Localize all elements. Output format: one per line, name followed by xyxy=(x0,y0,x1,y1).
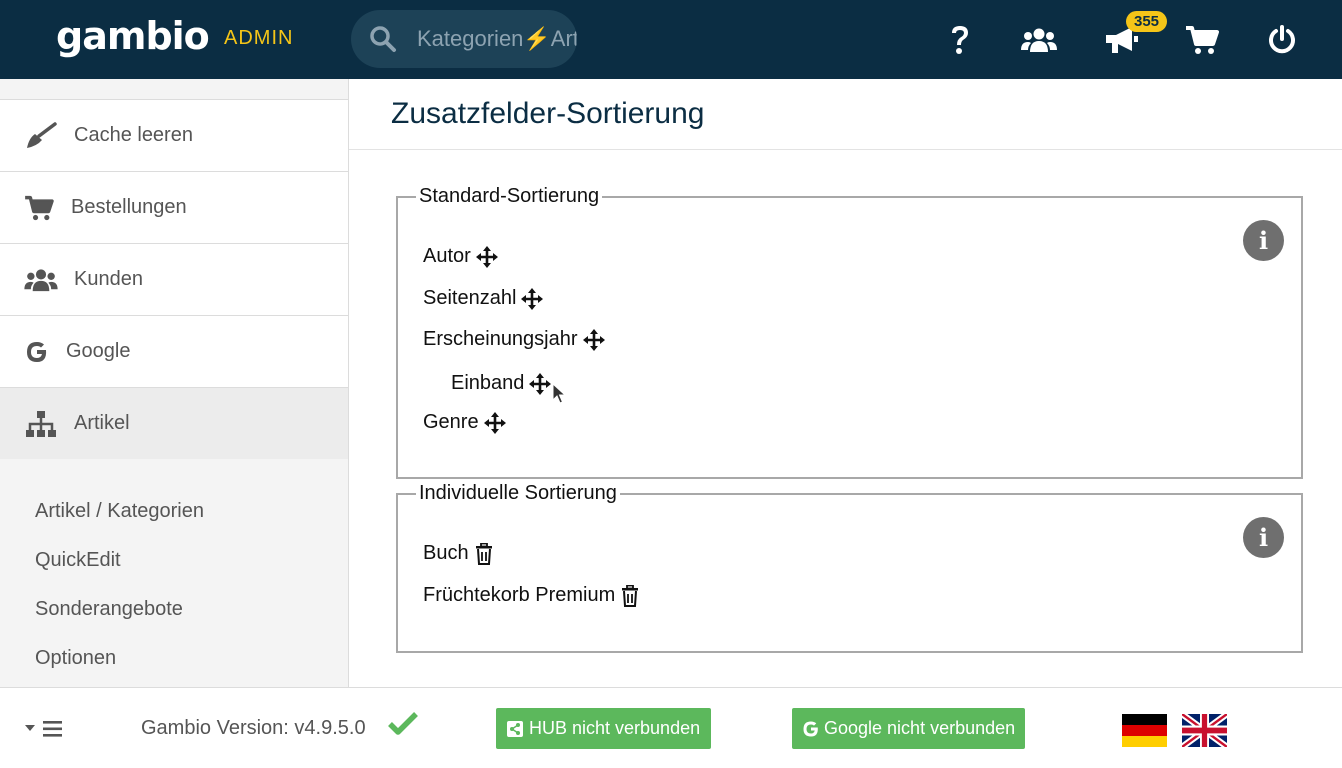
individual-sorting-legend: Individuelle Sortierung xyxy=(419,482,617,504)
move-icon[interactable] xyxy=(582,328,605,351)
info-icon[interactable]: i xyxy=(1243,220,1284,261)
field-label: Autor xyxy=(423,245,471,267)
sidebar-item-label: Google xyxy=(66,340,131,362)
subnav-item-special-offers[interactable]: Sonderangebote xyxy=(35,598,183,621)
sortable-item[interactable]: Genre xyxy=(423,411,506,434)
help-icon[interactable] xyxy=(942,22,978,58)
mouse-cursor-icon xyxy=(552,383,566,404)
subnav-item-options[interactable]: Optionen xyxy=(35,647,116,670)
info-icon[interactable]: i xyxy=(1243,517,1284,558)
field-label: Seitenzahl xyxy=(423,287,517,309)
search-icon xyxy=(370,26,396,52)
page-title: Zusatzfelder-Sortierung xyxy=(391,97,705,130)
notification-badge: 355 xyxy=(1126,11,1167,32)
power-icon[interactable] xyxy=(1264,22,1300,58)
field-label: Einband xyxy=(451,372,525,394)
flag-en-icon[interactable] xyxy=(1182,714,1227,747)
individual-sorting-fieldset: Individuelle Sortierung xyxy=(396,482,1303,653)
individual-item: Früchtekorb Premium xyxy=(423,584,639,607)
sortable-item[interactable]: Seitenzahl xyxy=(423,287,544,310)
sidebar-item-articles[interactable]: Artikel xyxy=(0,387,348,459)
cart-icon xyxy=(22,193,56,223)
subnav-item-articles-categories[interactable]: Artikel / Kategorien xyxy=(35,500,204,523)
top-bar: gambio ADMIN 355 xyxy=(0,0,1342,79)
sidebar-item-label: Bestellungen xyxy=(71,196,187,218)
field-label: Genre xyxy=(423,411,479,433)
sidebar-item-label: Kunden xyxy=(74,268,143,290)
sidebar-item-label: Cache leeren xyxy=(74,124,193,146)
move-icon[interactable] xyxy=(529,372,552,395)
admin-label: ADMIN xyxy=(224,27,294,49)
sidebar-item-customers[interactable]: Kunden xyxy=(0,243,348,315)
field-label: Buch xyxy=(423,542,469,564)
trash-icon[interactable] xyxy=(475,542,493,565)
field-label: Früchtekorb Premium xyxy=(423,584,616,606)
sidebar-item-orders[interactable]: Bestellungen xyxy=(0,171,348,243)
trash-icon[interactable] xyxy=(621,584,639,607)
field-label: Erscheinungsjahr xyxy=(423,328,578,350)
footer: Gambio Version: v4.9.5.0 HUB nicht verbu… xyxy=(0,687,1342,768)
google-icon xyxy=(24,337,50,367)
individual-item: Buch xyxy=(423,542,493,565)
google-button-label: Google nicht verbunden xyxy=(824,718,1016,738)
sortable-item-dragging[interactable]: Einband xyxy=(451,372,552,395)
hub-connect-button[interactable]: HUB nicht verbunden xyxy=(496,708,712,749)
menu-icon xyxy=(25,721,62,737)
move-icon[interactable] xyxy=(475,245,498,268)
search-box[interactable] xyxy=(351,10,577,68)
subnav-item-quickedit[interactable]: QuickEdit xyxy=(35,549,121,572)
logo[interactable]: gambio xyxy=(56,14,210,58)
flag-de-icon[interactable] xyxy=(1122,714,1167,747)
google-connect-button[interactable]: Google nicht verbunden xyxy=(792,708,1026,749)
users-icon xyxy=(24,265,58,295)
version-text: Gambio Version: v4.9.5.0 xyxy=(141,717,366,739)
cart-icon[interactable] xyxy=(1184,22,1220,58)
standard-sorting-legend: Standard-Sortierung xyxy=(419,185,600,207)
users-icon[interactable] xyxy=(1021,22,1057,58)
sidebar-item-label: Artikel xyxy=(74,412,130,434)
search-input[interactable] xyxy=(417,24,577,54)
menu-toggle-button[interactable] xyxy=(24,718,64,740)
divider xyxy=(349,149,1342,150)
check-icon xyxy=(388,712,418,735)
hub-button-label: HUB nicht verbunden xyxy=(529,718,701,738)
sidebar-item-google[interactable]: Google xyxy=(0,315,348,387)
sortable-item[interactable]: Erscheinungsjahr xyxy=(423,328,605,351)
google-icon xyxy=(802,720,820,738)
sidebar: Cache leeren Bestellungen Kunden Google … xyxy=(0,79,349,687)
move-icon[interactable] xyxy=(483,411,506,434)
share-icon xyxy=(507,720,523,737)
broom-icon xyxy=(24,121,58,151)
sortable-item[interactable]: Autor xyxy=(423,245,498,268)
move-icon[interactable] xyxy=(521,287,544,310)
sitemap-icon xyxy=(24,409,58,439)
sidebar-item-cache[interactable]: Cache leeren xyxy=(0,99,348,171)
